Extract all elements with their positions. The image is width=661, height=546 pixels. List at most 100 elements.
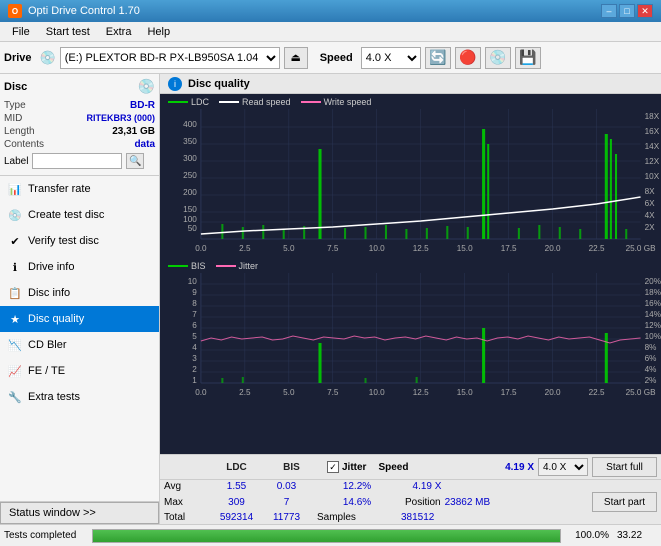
cd-bler-icon: 📉: [8, 338, 22, 352]
ldc-legend-label: LDC: [191, 97, 209, 107]
progress-value: 100.0%: [569, 530, 609, 541]
svg-text:16%: 16%: [645, 299, 661, 308]
svg-text:14%: 14%: [645, 310, 661, 319]
nav-drive-info[interactable]: ℹ Drive info: [0, 254, 159, 280]
svg-text:7: 7: [192, 310, 197, 319]
speed-dropdown[interactable]: 4.0 X: [538, 458, 588, 476]
ldc-legend-item: LDC: [168, 97, 209, 107]
eject-button[interactable]: ⏏: [284, 47, 308, 69]
drive-label: Drive: [4, 52, 32, 64]
save-button[interactable]: 💾: [515, 47, 541, 69]
total-label: Total: [164, 512, 209, 523]
jitter-checkbox[interactable]: ✓: [327, 461, 339, 473]
label-field-label: Label: [4, 156, 28, 167]
ldc-header: LDC: [209, 461, 264, 474]
create-test-disc-icon: 💿: [8, 208, 22, 222]
drive-select[interactable]: (E:) PLEXTOR BD-R PX-LB950SA 1.04: [60, 47, 280, 69]
nav-verify-test-disc[interactable]: ✔ Verify test disc: [0, 228, 159, 254]
nav-extra-tests-label: Extra tests: [28, 391, 80, 403]
nav-extra-tests[interactable]: 🔧 Extra tests: [0, 384, 159, 410]
minimize-button[interactable]: –: [601, 4, 617, 18]
svg-text:22.5: 22.5: [589, 388, 605, 397]
nav-transfer-rate[interactable]: 📊 Transfer rate: [0, 176, 159, 202]
menu-extra[interactable]: Extra: [98, 24, 140, 40]
svg-text:6X: 6X: [645, 199, 656, 208]
avg-row: Avg 1.55 0.03 12.2% 4.19 X: [164, 481, 657, 492]
svg-text:20.0: 20.0: [545, 244, 561, 253]
toolbar: Drive 💿 (E:) PLEXTOR BD-R PX-LB950SA 1.0…: [0, 42, 661, 74]
max-label: Max: [164, 497, 209, 508]
svg-text:20%: 20%: [645, 277, 661, 286]
disc-info-section: Disc 💿 Type BD-R MID RITEKBR3 (000) Leng…: [0, 74, 159, 176]
menu-file[interactable]: File: [4, 24, 38, 40]
svg-text:4%: 4%: [645, 365, 657, 374]
read-speed-legend-label: Read speed: [242, 97, 291, 107]
svg-text:17.5: 17.5: [501, 388, 517, 397]
bis-legend-label: BIS: [191, 261, 206, 271]
total-row: Total 592314 11773 Samples 381512: [164, 512, 657, 523]
ldc-legend-color: [168, 101, 188, 103]
svg-text:7.5: 7.5: [327, 388, 339, 397]
type-label: Type: [4, 100, 26, 111]
svg-text:0.0: 0.0: [195, 388, 207, 397]
length-value: 23,31 GB: [112, 126, 155, 137]
speed-select[interactable]: 4.0 X: [361, 47, 421, 69]
disc-info-icon: 📋: [8, 286, 22, 300]
svg-text:250: 250: [183, 171, 197, 180]
status-section: Status window >>: [0, 501, 159, 524]
close-button[interactable]: ✕: [637, 4, 653, 18]
disc-button[interactable]: 💿: [485, 47, 511, 69]
contents-label: Contents: [4, 139, 44, 150]
total-bis: 11773: [264, 512, 309, 523]
label-edit-button[interactable]: 🔍: [126, 153, 144, 169]
write-speed-legend-label: Write speed: [324, 97, 372, 107]
jitter-legend-color: [216, 265, 236, 267]
nav-cd-bler[interactable]: 📉 CD Bler: [0, 332, 159, 358]
menu-start-test[interactable]: Start test: [38, 24, 98, 40]
right-panel: i Disc quality LDC Read speed Write spee…: [160, 74, 661, 524]
extra-tests-icon: 🔧: [8, 390, 22, 404]
max-row: Max 309 7 14.6% Position 23862 MB Start …: [164, 492, 657, 512]
svg-text:16X: 16X: [645, 127, 660, 136]
progress-bar-container: [92, 529, 561, 543]
stats-data-rows: Avg 1.55 0.03 12.2% 4.19 X Max 309 7 14.…: [160, 480, 661, 524]
length-label: Length: [4, 126, 35, 137]
speed-col-label: Speed: [378, 462, 408, 473]
status-window-button[interactable]: Status window >>: [0, 502, 159, 524]
svg-text:8X: 8X: [645, 187, 656, 196]
refresh-button[interactable]: 🔄: [425, 47, 451, 69]
svg-text:4: 4: [192, 343, 197, 352]
nav-disc-quality-label: Disc quality: [28, 313, 84, 325]
nav-disc-quality[interactable]: ★ Disc quality: [0, 306, 159, 332]
nav-create-test-disc[interactable]: 💿 Create test disc: [0, 202, 159, 228]
burn-button[interactable]: 🔴: [455, 47, 481, 69]
svg-text:14X: 14X: [645, 142, 660, 151]
svg-text:400: 400: [183, 120, 197, 129]
svg-text:8%: 8%: [645, 343, 657, 352]
jitter-col-label: Jitter: [342, 462, 366, 473]
svg-text:2: 2: [192, 365, 197, 374]
contents-value: data: [134, 139, 155, 150]
write-speed-legend-color: [301, 101, 321, 103]
jitter-legend-label: Jitter: [239, 261, 259, 271]
menu-help[interactable]: Help: [139, 24, 178, 40]
avg-jitter: 12.2%: [317, 481, 397, 492]
start-part-button[interactable]: Start part: [592, 492, 657, 512]
label-input[interactable]: [32, 153, 122, 169]
maximize-button[interactable]: □: [619, 4, 635, 18]
svg-text:2.5: 2.5: [239, 388, 251, 397]
nav-disc-info[interactable]: 📋 Disc info: [0, 280, 159, 306]
nav-fe-te[interactable]: 📈 FE / TE: [0, 358, 159, 384]
svg-text:2%: 2%: [645, 376, 657, 385]
drive-info-icon: ℹ: [8, 260, 22, 274]
start-full-button[interactable]: Start full: [592, 457, 657, 477]
menu-bar: File Start test Extra Help: [0, 22, 661, 42]
svg-text:17.5: 17.5: [501, 244, 517, 253]
svg-text:25.0 GB: 25.0 GB: [626, 244, 656, 253]
nav-fe-te-label: FE / TE: [28, 365, 65, 377]
svg-text:15.0: 15.0: [457, 244, 473, 253]
progress-extra-value: 33.22: [617, 530, 657, 541]
svg-text:200: 200: [183, 188, 197, 197]
disc-quality-icon: ★: [8, 312, 22, 326]
bis-legend-color: [168, 265, 188, 267]
